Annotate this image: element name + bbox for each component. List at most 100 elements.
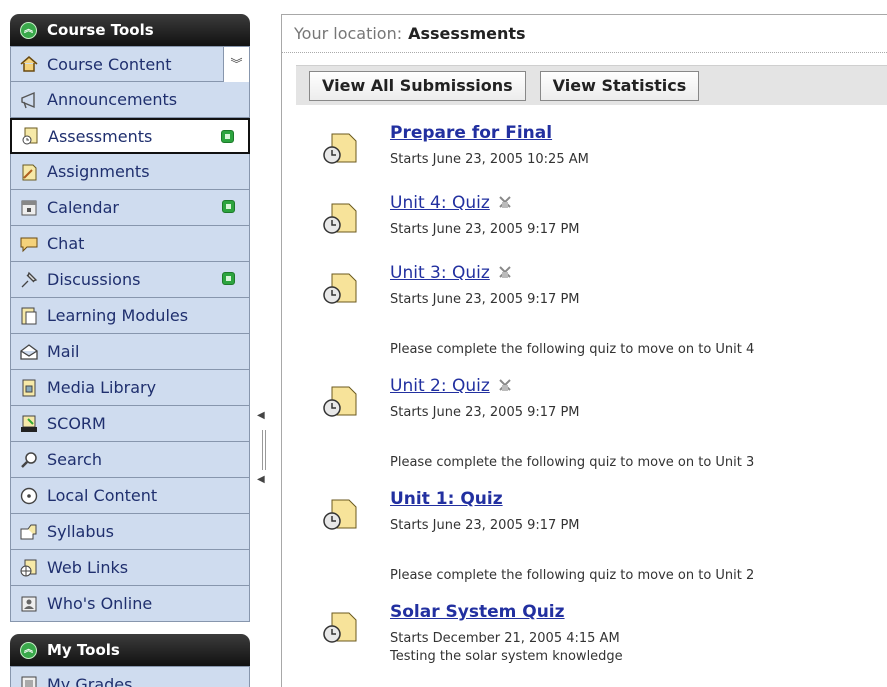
new-content-icon [221,130,234,143]
sidebar-item-label: Web Links [47,558,129,577]
hidden-from-students-icon [499,379,511,391]
assessment-title-link[interactable]: Solar System Quiz [390,602,565,622]
sidebar-item-mail[interactable]: Mail [10,334,250,370]
assessment-title-link[interactable]: Unit 4: Quiz [390,193,512,213]
sidebar-item-assignments[interactable]: Assignments [10,154,250,190]
view-statistics-button[interactable]: View Statistics [539,70,700,101]
sidebar-item-label: Mail [47,342,80,361]
my-tools-list: My Grades [10,666,250,687]
sidebar-item-label: Local Content [47,486,158,505]
search-icon [19,450,39,470]
sidebar-splitter[interactable]: ◀ ◀ [254,410,268,490]
sidebar-item-local-content[interactable]: Local Content [10,478,250,514]
assignment-icon [19,162,39,182]
assessment-title-text[interactable]: Unit 4: Quiz [390,193,490,213]
sidebar-item-whos-online[interactable]: Who's Online [10,586,250,622]
sidebar-item-label: Course Content [47,54,172,74]
collapse-left-arrow-icon[interactable]: ◀ [257,410,265,421]
course-tools-header[interactable]: ︽ Course Tools [10,14,250,46]
sidebar-item-assessments[interactable]: Assessments [10,118,250,154]
sidebar-item-label: Assignments [47,162,150,181]
sidebar-item-chat[interactable]: Chat [10,226,250,262]
sidebar-item-my-grades[interactable]: My Grades [10,666,250,687]
sidebar-item-label: Assessments [48,126,153,146]
scorm-icon [19,414,39,434]
megaphone-icon [19,90,39,110]
hidden-from-students-icon [499,266,511,278]
main-content: Your location: Assessments View All Subm… [281,14,887,687]
whos-online-icon [19,594,39,614]
sidebar-item-label: Search [47,450,102,469]
collapse-left-arrow-icon[interactable]: ◀ [257,474,265,485]
assessment-start-date: Starts June 23, 2005 9:17 PM [390,405,580,420]
sidebar-item-label: My Grades [47,674,133,687]
assessment-start-date: Starts June 23, 2005 9:17 PM [390,518,580,533]
breadcrumb-prefix: Your location: [294,24,403,43]
assessment-title-link[interactable]: Unit 1: Quiz [390,489,503,509]
mail-icon [19,342,39,362]
local-content-icon [19,486,39,506]
my-tools-title: My Tools [47,641,120,659]
assessment-note: Please complete the following quiz to mo… [390,342,755,357]
assessment-document-icon [323,203,357,234]
hidden-from-students-icon [499,196,511,208]
assessment-title-link[interactable]: Unit 3: Quiz [390,263,512,283]
assessment-document-icon [323,273,357,304]
sidebar-item-scorm[interactable]: SCORM [10,406,250,442]
collapse-up-icon[interactable]: ︽ [20,641,37,659]
sidebar-item-label: Announcements [47,90,178,109]
sidebar-item-label: SCORM [47,414,106,433]
sidebar-item-label: Discussions [47,270,141,289]
my-tools-header[interactable]: ︽ My Tools [10,634,250,666]
sidebar-item-label: Calendar [47,198,119,217]
sidebar-item-discussions[interactable]: Discussions [10,262,250,298]
assessment-title-link[interactable]: Unit 2: Quiz [390,376,512,396]
assessment-title-text[interactable]: Unit 3: Quiz [390,263,490,283]
assessment-title-link[interactable]: Prepare for Final [390,123,552,143]
sidebar-item-label: Media Library [47,378,157,397]
assessment-description: Testing the solar system knowledge [390,649,623,664]
new-content-icon [222,272,235,285]
collapse-up-icon[interactable]: ︽ [20,21,37,39]
view-all-submissions-button[interactable]: View All Submissions [309,70,526,101]
syllabus-icon [19,522,39,542]
learning-modules-icon [19,306,39,326]
chevron-collapse-icon[interactable]: ︾ [223,47,249,83]
assessment-start-date: Starts June 23, 2005 9:17 PM [390,292,580,307]
assessment-start-date: Starts June 23, 2005 10:25 AM [390,152,589,167]
sidebar-item-web-links[interactable]: Web Links [10,550,250,586]
media-library-icon [19,378,39,398]
assessment-note: Please complete the following quiz to mo… [390,455,755,470]
assessment-note: Please complete the following quiz to mo… [390,568,755,583]
assessment-start-date: Starts June 23, 2005 9:17 PM [390,222,580,237]
sidebar-item-media-library[interactable]: Media Library [10,370,250,406]
assessment-document-icon [323,133,357,164]
assessment-document-icon [323,499,357,530]
splitter-grip[interactable] [262,430,266,470]
new-content-icon [222,200,235,213]
web-links-icon [19,558,39,578]
discussion-pin-icon [19,270,39,290]
sidebar-item-label: Syllabus [47,522,114,541]
course-tools-list: Course Content ︾ Announcements Assessmen… [10,46,250,622]
toolbar: View All Submissions View Statistics [296,65,887,105]
assessment-document-icon [323,386,357,417]
course-tools-title: Course Tools [47,21,154,39]
sidebar-item-announcements[interactable]: Announcements [10,82,250,118]
sidebar-item-label: Who's Online [47,594,153,613]
assessment-title-text[interactable]: Unit 2: Quiz [390,376,490,396]
sidebar-item-learning-modules[interactable]: Learning Modules [10,298,250,334]
assessment-start-date: Starts December 21, 2005 4:15 AM [390,631,620,646]
chat-icon [19,234,39,254]
sidebar-item-syllabus[interactable]: Syllabus [10,514,250,550]
breadcrumb: Your location: Assessments [282,15,887,53]
sidebar-item-search[interactable]: Search [10,442,250,478]
sidebar-item-calendar[interactable]: Calendar [10,190,250,226]
calendar-icon [19,198,39,218]
sidebar-item-label: Chat [47,234,85,253]
sidebar-item-label: Learning Modules [47,306,189,325]
house-icon [19,54,39,74]
grades-icon [19,674,39,687]
course-tools-sidebar: ︽ Course Tools Course Content ︾ Announce… [10,14,250,687]
sidebar-item-course-content[interactable]: Course Content ︾ [10,46,250,83]
